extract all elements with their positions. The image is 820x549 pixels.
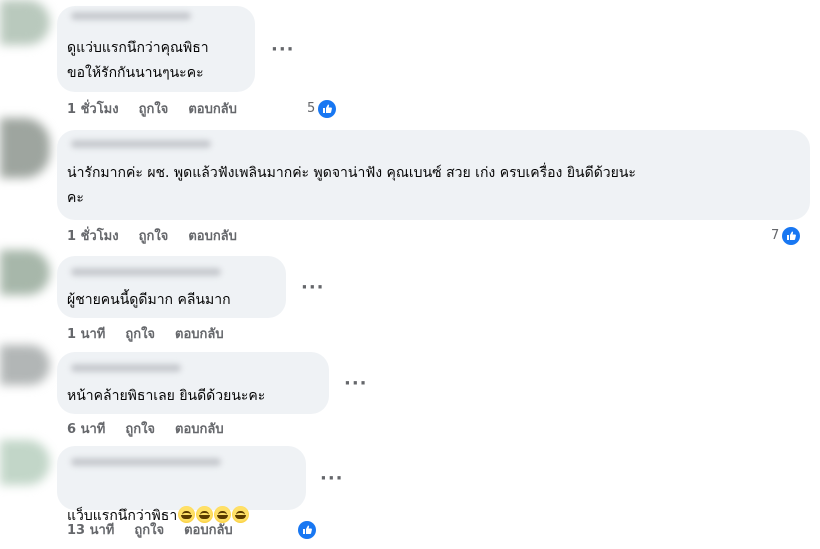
comment-actions: 13 นาที ถูกใจ ตอบกลับ <box>67 522 233 540</box>
comment-time[interactable]: 13 นาที <box>67 522 114 540</box>
comment-bubble: ดูแว่บแรกนึกว่าคุณพิธา ขอให้รักกันนานๆนะ… <box>57 6 255 92</box>
commenter-name-blurred <box>71 268 221 276</box>
like-button[interactable]: ถูกใจ <box>125 421 155 439</box>
comment-time[interactable]: 1 นาที <box>67 326 105 344</box>
like-button[interactable]: ถูกใจ <box>125 326 155 344</box>
grinning-sweat-emoji-icon <box>232 506 250 523</box>
like-reaction-icon <box>318 100 337 118</box>
more-options-icon[interactable]: ··· <box>344 375 368 393</box>
commenter-name-blurred <box>71 140 211 148</box>
like-reaction-icon <box>298 521 316 539</box>
comment-time[interactable]: 1 ชั่วโมง <box>67 228 119 246</box>
reply-button[interactable]: ตอบกลับ <box>188 101 237 119</box>
comment-bubble: ผู้ชายคนนี้ดูดีมาก คลีนมาก <box>57 256 286 318</box>
comment-actions: 1 ชั่วโมง ถูกใจ ตอบกลับ <box>67 228 237 246</box>
comment-time[interactable]: 6 นาที <box>67 421 105 439</box>
more-options-icon[interactable]: ··· <box>271 41 295 59</box>
like-reaction-icon <box>782 227 801 245</box>
comment-bubble: น่ารักมากค่ะ ผช. พูดแล้วฟังเพลินมากค่ะ พ… <box>57 130 810 220</box>
commenter-name-blurred <box>71 364 181 372</box>
reaction-count: 5 <box>307 101 316 116</box>
commenter-name-blurred <box>71 458 221 466</box>
avatar[interactable] <box>0 118 50 178</box>
comment-actions: 1 นาที ถูกใจ ตอบกลับ <box>67 326 224 344</box>
reaction-count: 7 <box>771 228 780 243</box>
comment-actions: 6 นาที ถูกใจ ตอบกลับ <box>67 421 224 439</box>
comment-bubble: หน้าคล้ายพิธาเลย ยินดีด้วยนะคะ <box>57 352 329 414</box>
avatar[interactable] <box>0 0 50 45</box>
more-options-icon[interactable]: ··· <box>301 279 325 297</box>
grinning-sweat-emoji-icon <box>178 506 196 523</box>
grinning-sweat-emoji-icon <box>214 506 232 523</box>
avatar[interactable] <box>0 250 50 295</box>
reply-button[interactable]: ตอบกลับ <box>175 326 224 344</box>
avatar[interactable] <box>0 345 50 385</box>
comment-text: ผู้ชายคนนี้ดูดีมาก คลีนมาก <box>67 292 231 308</box>
avatar[interactable] <box>0 440 50 485</box>
comment-text: น่ารักมากค่ะ ผช. พูดแล้วฟังเพลินมากค่ะ พ… <box>67 165 636 206</box>
reply-button[interactable]: ตอบกลับ <box>175 421 224 439</box>
comment-actions: 1 ชั่วโมง ถูกใจ ตอบกลับ <box>67 101 237 119</box>
reaction-summary[interactable] <box>298 521 316 539</box>
like-button[interactable]: ถูกใจ <box>139 101 169 119</box>
reply-button[interactable]: ตอบกลับ <box>184 522 233 540</box>
reply-button[interactable]: ตอบกลับ <box>188 228 237 246</box>
grinning-sweat-emoji-icon <box>196 506 214 523</box>
reaction-summary[interactable]: 7 <box>771 227 801 245</box>
like-button[interactable]: ถูกใจ <box>139 228 169 246</box>
comment-text: ดูแว่บแรกนึกว่าคุณพิธา ขอให้รักกันนานๆนะ… <box>67 40 209 81</box>
comment-time[interactable]: 1 ชั่วโมง <box>67 101 119 119</box>
comment-bubble: แว็บแรกนึกว่าพิธา <box>57 446 306 524</box>
commenter-name-blurred <box>71 12 191 20</box>
comment-text: หน้าคล้ายพิธาเลย ยินดีด้วยนะคะ <box>67 388 266 404</box>
more-options-icon[interactable]: ··· <box>320 470 344 488</box>
like-button[interactable]: ถูกใจ <box>134 522 164 540</box>
reaction-summary[interactable]: 5 <box>307 100 337 118</box>
